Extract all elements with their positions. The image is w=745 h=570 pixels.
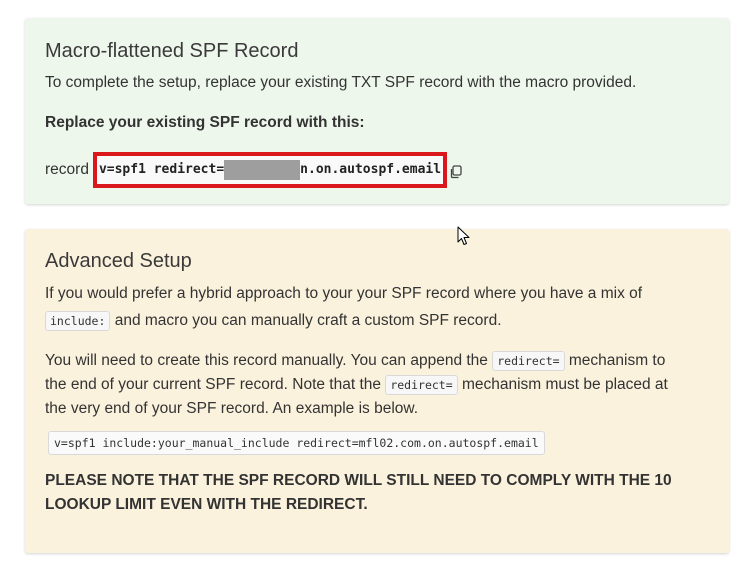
record-suffix: n.on.autospf.email (300, 162, 442, 177)
para2-text-d: mechanism must be placed at (461, 376, 668, 393)
record-label: record (45, 161, 89, 178)
advanced-para2-line1: You will need to create this record manu… (45, 349, 665, 373)
copy-icon[interactable] (449, 163, 463, 179)
para1-text-b: and macro you can manually craft a custo… (114, 312, 502, 329)
spf-record-card: Macro-flattened SPF Record To complete t… (25, 18, 729, 204)
spf-card-title: Macro-flattened SPF Record (45, 40, 299, 62)
advanced-para1-line1: If you would prefer a hybrid approach to… (45, 282, 642, 306)
spf-record-value[interactable]: v=spf1 redirect= n.on.autospf.email (92, 152, 448, 188)
para2-text-c: the end of your current SPF record. Note… (45, 376, 382, 393)
redirect-code-2: redirect= (385, 375, 458, 395)
redirect-code-1: redirect= (492, 351, 565, 371)
advanced-setup-card: Advanced Setup If you would prefer a hyb… (25, 229, 729, 553)
record-prefix: v=spf1 redirect= (98, 162, 225, 177)
para1-text-a: If you would prefer a hybrid approach to… (45, 285, 643, 302)
spf-card-subheading: Replace your existing SPF record with th… (45, 114, 365, 131)
advanced-card-title: Advanced Setup (45, 250, 192, 272)
lookup-limit-note: PLEASE NOTE THAT THE SPF RECORD WILL STI… (45, 472, 672, 513)
para2-text-a: You will need to create this record manu… (45, 352, 488, 369)
example-spf-record: v=spf1 include:your_manual_include redir… (48, 431, 545, 455)
include-code: include: (45, 311, 111, 331)
para2-text-b: mechanism to (568, 352, 666, 369)
spf-card-intro: To complete the setup, replace your exis… (45, 74, 637, 91)
advanced-para1-line2: include: and macro you can manually craf… (45, 309, 502, 333)
advanced-para2-line2: the end of your current SPF record. Note… (45, 373, 668, 397)
record-row: record v=spf1 redirect= n.on.autospf.ema… (45, 152, 463, 188)
advanced-para2-line3: the very end of your SPF record. An exam… (45, 400, 419, 417)
mouse-cursor-icon (457, 226, 471, 246)
redacted-block (224, 160, 301, 180)
